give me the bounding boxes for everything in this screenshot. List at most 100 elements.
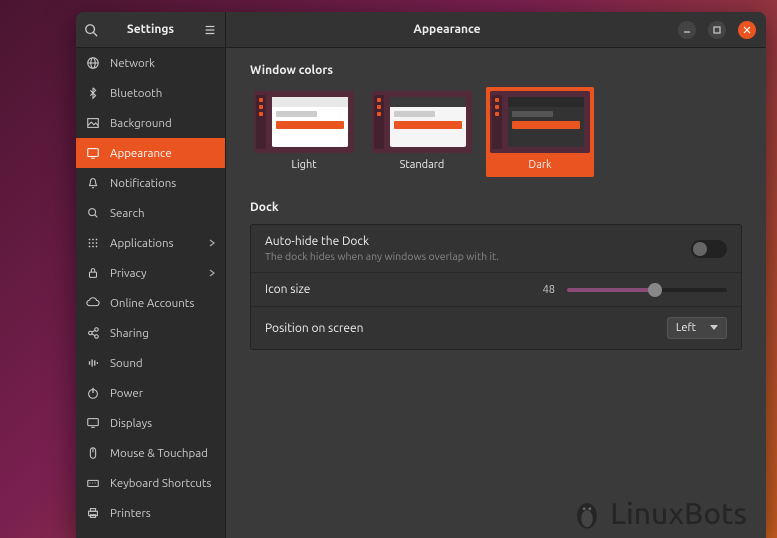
sharing-icon bbox=[86, 326, 100, 340]
sidebar-item-label: Appearance bbox=[110, 147, 215, 160]
theme-light[interactable]: Light bbox=[250, 87, 358, 177]
sidebar-item-label: Online Accounts bbox=[110, 297, 215, 310]
minimize-icon bbox=[683, 26, 691, 34]
theme-dark[interactable]: Dark bbox=[486, 87, 594, 177]
theme-dark-label: Dark bbox=[490, 159, 590, 171]
applications-icon bbox=[86, 236, 100, 250]
maximize-button[interactable] bbox=[708, 21, 726, 39]
chevron-right-icon bbox=[209, 269, 215, 277]
sidebar-item-label: Sharing bbox=[110, 327, 215, 340]
body: Network Bluetooth Background Appearance Noti… bbox=[76, 48, 766, 538]
iconsize-slider-wrap: 48 bbox=[531, 284, 727, 296]
keyboard-icon bbox=[86, 476, 100, 490]
sidebar-item-network[interactable]: Network bbox=[76, 48, 225, 78]
sound-icon bbox=[86, 356, 100, 370]
autohide-label: Auto-hide the Dock bbox=[265, 235, 691, 248]
page-title: Appearance bbox=[226, 23, 668, 36]
theme-dark-thumb bbox=[490, 91, 590, 153]
sidebar-item-applications[interactable]: Applications bbox=[76, 228, 225, 258]
dock-title: Dock bbox=[250, 201, 742, 214]
iconsize-slider[interactable] bbox=[567, 288, 727, 292]
power-icon bbox=[86, 386, 100, 400]
sidebar-item-label: Keyboard Shortcuts bbox=[110, 477, 215, 490]
position-combo[interactable]: Left bbox=[667, 317, 727, 339]
sidebar-item-notifications[interactable]: Notifications bbox=[76, 168, 225, 198]
sidebar-item-label: Bluetooth bbox=[110, 87, 215, 100]
sidebar-item-displays[interactable]: Displays bbox=[76, 408, 225, 438]
sidebar-item-keyboard[interactable]: Keyboard Shortcuts bbox=[76, 468, 225, 498]
sidebar-item-bluetooth[interactable]: Bluetooth bbox=[76, 78, 225, 108]
search-icon bbox=[86, 206, 100, 220]
mouse-icon bbox=[86, 446, 100, 460]
autohide-sublabel: The dock hides when any windows overlap … bbox=[265, 250, 691, 262]
iconsize-label-wrap: Icon size bbox=[265, 283, 531, 296]
privacy-icon bbox=[86, 266, 100, 280]
sidebar[interactable]: Network Bluetooth Background Appearance Noti… bbox=[76, 48, 226, 538]
settings-window: Settings Appearance Network Bluetooth Back… bbox=[76, 12, 766, 538]
bluetooth-icon bbox=[86, 86, 100, 100]
menu-button[interactable] bbox=[195, 12, 225, 47]
titlebar-left: Settings bbox=[76, 12, 226, 47]
position-row: Position on screen Left bbox=[251, 307, 741, 349]
position-value: Left bbox=[676, 322, 696, 334]
printers-icon bbox=[86, 506, 100, 520]
sidebar-item-search[interactable]: Search bbox=[76, 198, 225, 228]
autohide-switch[interactable] bbox=[691, 240, 727, 258]
maximize-icon bbox=[713, 26, 721, 34]
titlebar: Settings Appearance bbox=[76, 12, 766, 48]
chevron-right-icon bbox=[209, 239, 215, 247]
theme-standard-thumb bbox=[372, 91, 472, 153]
window-controls bbox=[668, 21, 766, 39]
dock-panel: Auto-hide the Dock The dock hides when a… bbox=[250, 224, 742, 350]
sidebar-item-background[interactable]: Background bbox=[76, 108, 225, 138]
appearance-icon bbox=[86, 146, 100, 160]
iconsize-value: 48 bbox=[531, 284, 555, 296]
hamburger-icon bbox=[203, 23, 217, 37]
minimize-button[interactable] bbox=[678, 21, 696, 39]
search-icon bbox=[84, 23, 98, 37]
position-label: Position on screen bbox=[265, 322, 667, 335]
sidebar-item-label: Printers bbox=[110, 507, 215, 520]
sidebar-item-removable[interactable]: Removable Media bbox=[76, 528, 225, 538]
search-button[interactable] bbox=[76, 12, 106, 47]
slider-fill bbox=[567, 288, 655, 292]
sidebar-item-online-accounts[interactable]: Online Accounts bbox=[76, 288, 225, 318]
background-icon bbox=[86, 116, 100, 130]
autohide-label-wrap: Auto-hide the Dock The dock hides when a… bbox=[265, 235, 691, 262]
iconsize-label: Icon size bbox=[265, 283, 531, 296]
theme-standard[interactable]: Standard bbox=[368, 87, 476, 177]
content: Window colors Light bbox=[226, 48, 766, 538]
notifications-icon bbox=[86, 176, 100, 190]
sidebar-item-sound[interactable]: Sound bbox=[76, 348, 225, 378]
sidebar-item-label: Sound bbox=[110, 357, 215, 370]
window-colors-title: Window colors bbox=[250, 64, 742, 77]
sidebar-item-sharing[interactable]: Sharing bbox=[76, 318, 225, 348]
chevron-down-icon bbox=[710, 325, 718, 331]
theme-standard-label: Standard bbox=[372, 159, 472, 171]
slider-knob[interactable] bbox=[648, 283, 662, 297]
sidebar-item-label: Background bbox=[110, 117, 215, 130]
sidebar-item-label: Displays bbox=[110, 417, 215, 430]
sidebar-item-mouse[interactable]: Mouse & Touchpad bbox=[76, 438, 225, 468]
sidebar-item-privacy[interactable]: Privacy bbox=[76, 258, 225, 288]
sidebar-item-appearance[interactable]: Appearance bbox=[76, 138, 225, 168]
sidebar-item-label: Privacy bbox=[110, 267, 199, 280]
autohide-row: Auto-hide the Dock The dock hides when a… bbox=[251, 225, 741, 273]
sidebar-title: Settings bbox=[106, 23, 195, 36]
online-accounts-icon bbox=[86, 296, 100, 310]
sidebar-item-label: Notifications bbox=[110, 177, 215, 190]
sidebar-item-label: Mouse & Touchpad bbox=[110, 447, 215, 460]
sidebar-item-power[interactable]: Power bbox=[76, 378, 225, 408]
theme-options: Light Standard bbox=[250, 87, 742, 177]
position-label-wrap: Position on screen bbox=[265, 322, 667, 335]
sidebar-item-printers[interactable]: Printers bbox=[76, 498, 225, 528]
sidebar-item-label: Network bbox=[110, 57, 215, 70]
iconsize-row: Icon size 48 bbox=[251, 273, 741, 307]
sidebar-item-label: Search bbox=[110, 207, 215, 220]
sidebar-item-label: Applications bbox=[110, 237, 199, 250]
theme-light-label: Light bbox=[254, 159, 354, 171]
close-button[interactable] bbox=[738, 21, 756, 39]
close-icon bbox=[743, 26, 751, 34]
displays-icon bbox=[86, 416, 100, 430]
sidebar-item-label: Power bbox=[110, 387, 215, 400]
